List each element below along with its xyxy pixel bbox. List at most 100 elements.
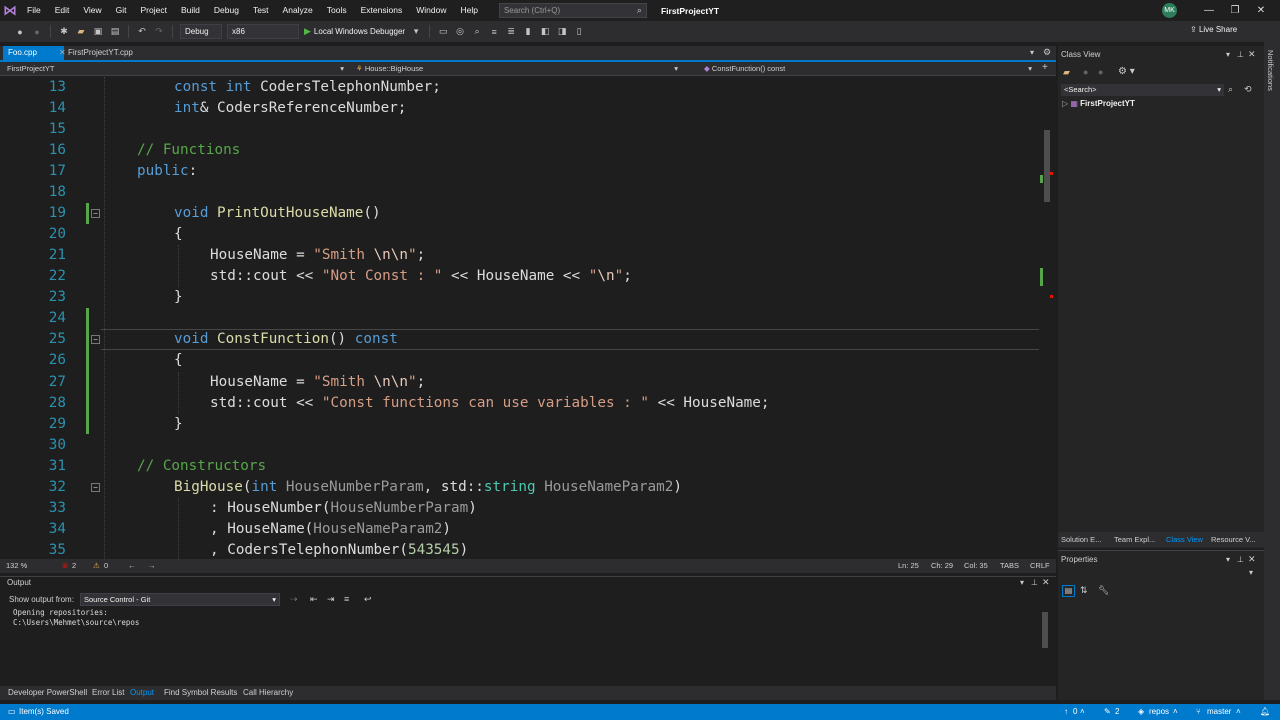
- menu-analyze[interactable]: Analyze: [276, 0, 320, 21]
- repo-name[interactable]: repos: [1149, 704, 1169, 720]
- split-editor-icon[interactable]: +: [1042, 62, 1048, 73]
- next-message-icon[interactable]: ⇥: [327, 594, 335, 605]
- scrollbar-thumb[interactable]: [1044, 130, 1050, 202]
- new-item-icon[interactable]: ✱: [58, 26, 70, 38]
- notification-bell-icon[interactable]: 🔔︎: [1260, 704, 1270, 720]
- error-count[interactable]: 2: [72, 559, 76, 573]
- avatar[interactable]: MK: [1162, 3, 1177, 18]
- error-icon[interactable]: ⊗: [62, 559, 68, 573]
- undo-icon[interactable]: ↶: [136, 26, 148, 38]
- panel-close-icon[interactable]: ✕: [1248, 49, 1256, 60]
- indent-mode[interactable]: TABS: [1000, 559, 1019, 573]
- live-share-button[interactable]: ⇪ Live Share: [1190, 25, 1237, 34]
- branch-name[interactable]: master: [1207, 704, 1231, 720]
- forward-icon[interactable]: ●: [1098, 67, 1103, 77]
- open-folder-icon[interactable]: ▰: [75, 26, 87, 38]
- clear-all-icon[interactable]: ≡: [344, 594, 349, 604]
- back-icon[interactable]: ●: [1083, 67, 1088, 77]
- member-dropdown[interactable]: ◆ ConstFunction() const ▾: [700, 63, 1036, 75]
- pin-icon[interactable]: ⊥: [1237, 555, 1244, 564]
- run-debugger-button[interactable]: ▶ Local Windows Debugger: [304, 26, 405, 37]
- search-icon[interactable]: ⌕: [1228, 84, 1233, 95]
- repo-icon[interactable]: ◈: [1138, 704, 1144, 720]
- tab-firstprojectyt-cpp[interactable]: ✕ FirstProjectYT.cpp: [54, 46, 144, 60]
- tab-call-hierarchy[interactable]: Call Hierarchy: [243, 686, 293, 700]
- class-view-search-input[interactable]: <Search> ▾: [1061, 84, 1224, 96]
- output-source-dropdown[interactable]: Source Control - Git ▾: [80, 593, 280, 606]
- redo-icon[interactable]: ↷: [153, 26, 165, 38]
- menu-tools[interactable]: Tools: [320, 0, 354, 21]
- chevron-up-icon[interactable]: ˄: [1080, 704, 1085, 720]
- platform-dropdown[interactable]: x86: [227, 24, 299, 39]
- menu-debug[interactable]: Debug: [207, 0, 246, 21]
- menu-git[interactable]: Git: [109, 0, 134, 21]
- pin-icon[interactable]: ⊥: [1237, 50, 1244, 59]
- tab-output[interactable]: Output: [130, 686, 154, 700]
- panel-close-icon[interactable]: ✕: [1248, 554, 1256, 565]
- bookmark-clear-icon[interactable]: ▯: [573, 26, 585, 38]
- branch-icon[interactable]: ⑂: [1196, 704, 1201, 720]
- settings-gear-icon[interactable]: ⚙ ▾: [1118, 66, 1135, 77]
- chevron-up-icon[interactable]: ˄: [1236, 704, 1241, 720]
- menu-edit[interactable]: Edit: [48, 0, 77, 21]
- comment-icon[interactable]: ≡: [488, 26, 500, 38]
- bookmark-next-icon[interactable]: ◨: [556, 26, 568, 38]
- uncomment-icon[interactable]: ≣: [505, 26, 517, 38]
- chevron-down-icon[interactable]: ▾: [1249, 568, 1253, 577]
- settings-gear-icon[interactable]: ⚙: [1043, 47, 1051, 58]
- alphabetical-icon[interactable]: ⇅: [1080, 585, 1088, 596]
- menu-window[interactable]: Window: [409, 0, 453, 21]
- tab-error-list[interactable]: Error List: [92, 686, 124, 700]
- search-input[interactable]: Search (Ctrl+Q) ⌕: [498, 3, 647, 18]
- nav-forward-icon[interactable]: →: [148, 559, 156, 573]
- menu-file[interactable]: File: [20, 0, 48, 21]
- tab-close-icon[interactable]: ✕: [59, 48, 68, 57]
- changes-count[interactable]: 2: [1115, 704, 1119, 720]
- menu-build[interactable]: Build: [174, 0, 207, 21]
- find-icon[interactable]: ⌕: [471, 26, 483, 38]
- output-scrollbar-thumb[interactable]: [1042, 612, 1048, 648]
- menu-help[interactable]: Help: [453, 0, 484, 21]
- bookmark-prev-icon[interactable]: ◧: [539, 26, 551, 38]
- warning-count[interactable]: 0: [104, 559, 108, 573]
- back-icon[interactable]: ●: [14, 26, 26, 38]
- menu-test[interactable]: Test: [246, 0, 276, 21]
- unpushed-count[interactable]: 0: [1073, 704, 1077, 720]
- push-arrow-icon[interactable]: ↑: [1064, 704, 1068, 720]
- menu-extensions[interactable]: Extensions: [354, 0, 410, 21]
- output-dropdown-icon[interactable]: ▾: [1020, 578, 1024, 587]
- minimize-icon[interactable]: —: [1196, 0, 1222, 21]
- notifications-tab[interactable]: Notifications: [1266, 50, 1275, 91]
- class-view-root-node[interactable]: ▷ ▦ FirstProjectYT: [1062, 99, 1135, 108]
- pin-icon[interactable]: ⊥: [1031, 578, 1038, 587]
- dropdown-arrow-icon[interactable]: ▾: [410, 26, 422, 38]
- panel-dropdown-icon[interactable]: ▾: [1226, 555, 1230, 564]
- word-wrap-icon[interactable]: ↩: [364, 594, 372, 605]
- output-close-icon[interactable]: ✕: [1042, 577, 1050, 588]
- save-all-icon[interactable]: ▤: [109, 26, 121, 38]
- tab-find-symbol-results[interactable]: Find Symbol Results: [164, 686, 237, 700]
- tab-solution-explorer[interactable]: Solution E...: [1061, 535, 1101, 544]
- scope-dropdown[interactable]: ⚘ House::BigHouse ▾: [352, 63, 682, 75]
- new-folder-icon[interactable]: ▰: [1063, 67, 1070, 78]
- project-dropdown[interactable]: FirstProjectYT ▾: [3, 63, 348, 75]
- tab-team-explorer[interactable]: Team Expl...: [1114, 535, 1155, 544]
- configuration-dropdown[interactable]: Debug: [180, 24, 222, 39]
- code-editor[interactable]: − − − 13 const int CodersTelephonNumber; …: [0, 77, 1040, 559]
- tab-developer-powershell[interactable]: Developer PowerShell: [8, 686, 87, 700]
- find-message-icon[interactable]: ⇢: [290, 594, 298, 605]
- menu-project[interactable]: Project: [134, 0, 174, 21]
- categorized-icon[interactable]: ▤: [1062, 585, 1075, 597]
- clear-search-icon[interactable]: ⟲: [1244, 84, 1252, 95]
- menu-view[interactable]: View: [76, 0, 108, 21]
- zoom-level[interactable]: 132 %: [6, 559, 27, 573]
- tab-resource-view[interactable]: Resource V...: [1211, 535, 1256, 544]
- chevron-up-icon[interactable]: ˄: [1173, 704, 1178, 720]
- browse-icon[interactable]: ▭: [437, 26, 449, 38]
- close-icon[interactable]: ✕: [1248, 0, 1274, 21]
- line-ending[interactable]: CRLF: [1030, 559, 1050, 573]
- prev-message-icon[interactable]: ⇤: [310, 594, 318, 605]
- tab-dropdown-icon[interactable]: ▾: [1030, 48, 1034, 57]
- save-icon[interactable]: ▣: [92, 26, 104, 38]
- hot-reload-icon[interactable]: ◎: [454, 26, 466, 38]
